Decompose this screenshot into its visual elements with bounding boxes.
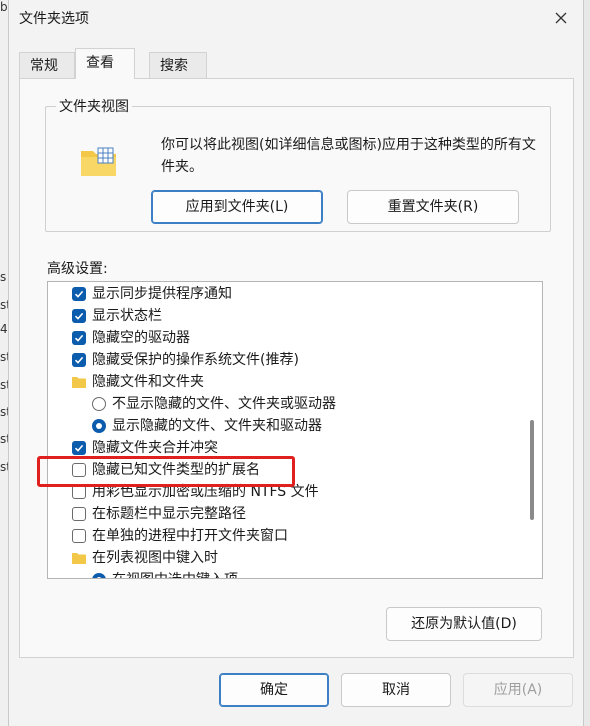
item-label: 在列表视图中键入时	[92, 550, 218, 566]
background-text: st	[0, 432, 8, 446]
list-item[interactable]: 隐藏空的驱动器	[72, 327, 190, 349]
ok-button[interactable]: 确定	[219, 673, 329, 707]
folder-options-dialog: 文件夹选项 常规 查看 搜索 文件夹视图 你可以将此视图(如详细信息或图标)应用…	[8, 0, 584, 726]
list-item[interactable]: 在视图中选中键入项	[92, 569, 238, 578]
list-item[interactable]: 不显示隐藏的文件、文件夹或驱动器	[92, 393, 336, 415]
background-text: 4	[0, 322, 8, 336]
list-scrollbar[interactable]	[524, 282, 542, 578]
apply-to-folders-button[interactable]: 应用到文件夹(L)	[151, 190, 323, 224]
item-label: 在视图中选中键入项	[112, 569, 238, 578]
item-label: 隐藏受保护的操作系统文件(推荐)	[92, 352, 299, 368]
tab-general[interactable]: 常规	[19, 52, 75, 78]
annotation-highlight-box	[37, 456, 295, 487]
list-item[interactable]: 隐藏受保护的操作系统文件(推荐)	[72, 349, 299, 371]
list-item[interactable]: 显示隐藏的文件、文件夹和驱动器	[92, 415, 322, 437]
background-text: s	[0, 270, 7, 284]
folder-icon	[72, 377, 86, 388]
tab-search[interactable]: 搜索	[149, 52, 207, 78]
list-item: 隐藏文件和文件夹	[72, 371, 204, 393]
item-label: 显示状态栏	[92, 308, 162, 324]
item-label: 隐藏文件和文件夹	[92, 374, 204, 390]
tab-view[interactable]: 查看	[75, 48, 135, 79]
item-label: 在单独的进程中打开文件夹窗口	[92, 528, 288, 544]
background-window-edge: b s st 4 st st st st st	[0, 0, 8, 726]
checkbox-checked-icon[interactable]	[72, 331, 86, 345]
checkbox-unchecked-icon[interactable]	[72, 507, 86, 521]
list-item[interactable]: 在单独的进程中打开文件夹窗口	[72, 525, 288, 547]
checkbox-checked-icon[interactable]	[72, 441, 86, 455]
radio-selected-icon[interactable]	[92, 573, 106, 578]
checkbox-unchecked-icon[interactable]	[72, 485, 86, 499]
scrollbar-thumb[interactable]	[530, 420, 534, 520]
checkbox-checked-icon[interactable]	[72, 287, 86, 301]
checkbox-checked-icon[interactable]	[72, 309, 86, 323]
list-item[interactable]: 显示同步提供程序通知	[72, 283, 232, 305]
folder-icon	[72, 553, 86, 564]
radio-unselected-icon[interactable]	[92, 397, 106, 411]
close-button[interactable]	[543, 3, 579, 33]
close-icon	[555, 12, 567, 24]
folder-views-title: 文件夹视图	[59, 99, 129, 115]
background-text: st	[0, 298, 8, 312]
apply-button[interactable]: 应用(A)	[463, 673, 573, 707]
background-text: st	[0, 460, 8, 474]
item-label: 隐藏空的驱动器	[92, 330, 190, 346]
item-label: 不显示隐藏的文件、文件夹或驱动器	[112, 396, 336, 412]
folder-views-description: 你可以将此视图(如详细信息或图标)应用于这种类型的所有文件夹。	[161, 137, 536, 175]
item-label: 在标题栏中显示完整路径	[92, 506, 246, 522]
title-bar: 文件夹选项	[9, 0, 583, 36]
background-text: st	[0, 378, 8, 392]
background-text: b	[0, 0, 8, 14]
radio-selected-icon[interactable]	[92, 419, 106, 433]
window-title: 文件夹选项	[19, 11, 89, 27]
background-text: st	[0, 350, 8, 364]
background-text: st	[0, 405, 8, 419]
folder-grid-icon	[81, 147, 116, 176]
advanced-settings-list[interactable]: 显示同步提供程序通知 显示状态栏 隐藏空的驱动器 隐藏受保护的操作系统文件(推荐…	[47, 281, 543, 579]
list-item: 在列表视图中键入时	[72, 547, 218, 569]
cancel-button[interactable]: 取消	[341, 673, 451, 707]
advanced-settings-label: 高级设置:	[47, 261, 108, 277]
list-item[interactable]: 显示状态栏	[72, 305, 162, 327]
list-item[interactable]: 在标题栏中显示完整路径	[72, 503, 246, 525]
checkbox-checked-icon[interactable]	[72, 353, 86, 367]
item-label: 显示同步提供程序通知	[92, 286, 232, 302]
item-label: 显示隐藏的文件、文件夹和驱动器	[112, 418, 322, 434]
folder-views-group: 文件夹视图 你可以将此视图(如详细信息或图标)应用于这种类型的所有文件夹。 应用…	[45, 96, 551, 232]
restore-defaults-button[interactable]: 还原为默认值(D)	[386, 607, 542, 641]
checkbox-unchecked-icon[interactable]	[72, 529, 86, 543]
reset-folders-button[interactable]: 重置文件夹(R)	[347, 190, 519, 224]
